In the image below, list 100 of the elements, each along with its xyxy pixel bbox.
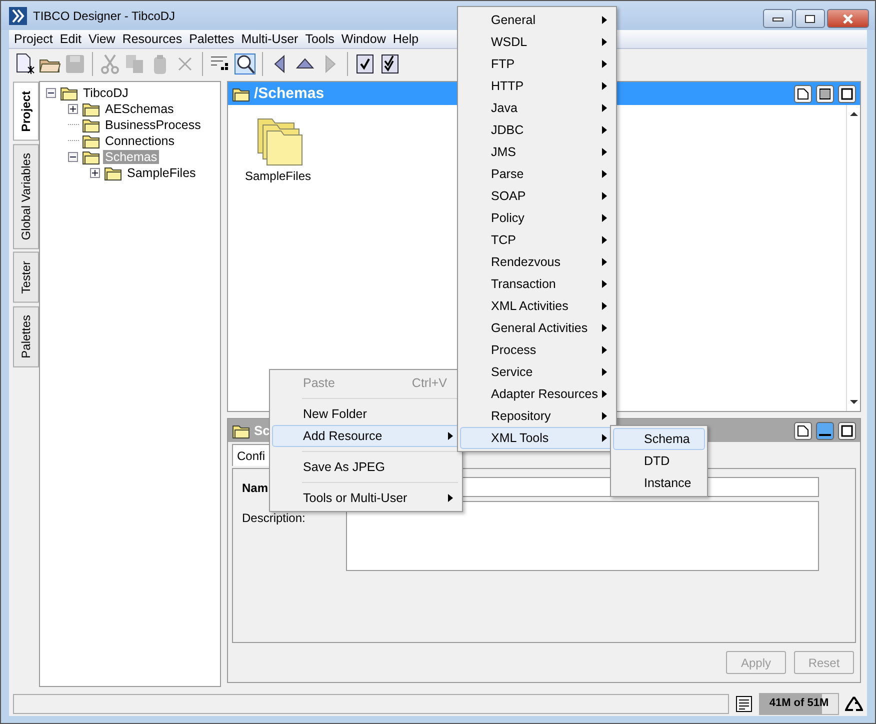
maximize-icon (804, 14, 816, 24)
submenu-arrow-icon (602, 148, 607, 156)
description-label: Description: (242, 510, 306, 528)
menu-bar-item[interactable]: Edit (56, 32, 86, 46)
tree-toggle-icon[interactable] (68, 152, 79, 163)
scroll-up-icon[interactable] (850, 111, 858, 118)
side-tab[interactable]: Project (13, 82, 39, 141)
double-checkmark-icon[interactable] (379, 53, 401, 76)
new-document-icon[interactable] (14, 53, 36, 76)
menu-bar-item[interactable]: Resources (119, 32, 186, 46)
submenu-arrow-icon (602, 236, 607, 244)
menu-bar-item[interactable]: Window (338, 32, 390, 46)
submenu-item[interactable]: Process (460, 339, 614, 361)
submenu-item[interactable]: TCP (460, 229, 614, 251)
submenu-item[interactable]: HTTP (460, 75, 614, 97)
submenu-arrow-icon (602, 368, 607, 376)
submenu-arrow-icon (602, 38, 607, 46)
submenu-arrow-icon (602, 280, 607, 288)
submenu-item[interactable]: Java (460, 97, 614, 119)
submenu-item[interactable]: General (460, 9, 614, 31)
submenu-item[interactable]: Repository (460, 405, 614, 427)
folder-icon (82, 149, 100, 166)
submenu-arrow-icon (602, 258, 607, 266)
context-menu-item[interactable]: Tools or Multi-User (272, 487, 460, 509)
submenu-item[interactable]: Schema (613, 428, 705, 450)
magnifier-icon[interactable] (234, 53, 256, 76)
submenu-arrow-icon (602, 302, 607, 310)
submenu-item[interactable]: FTP (460, 53, 614, 75)
submenu-arrow-icon (602, 60, 607, 68)
maximize-button[interactable] (795, 9, 825, 28)
submenu-arrow-icon (602, 434, 607, 442)
submenu-item[interactable]: SOAP (460, 185, 614, 207)
console-icon[interactable] (735, 694, 753, 713)
config-tab[interactable]: Confi (232, 444, 270, 466)
scroll-down-icon[interactable] (850, 399, 858, 406)
folder-icon (232, 422, 250, 439)
submenu-item[interactable]: JMS (460, 141, 614, 163)
page-button[interactable] (794, 422, 812, 440)
submenu-arrow-icon (602, 192, 607, 200)
folder-icon (104, 165, 122, 182)
menu-bar-item[interactable]: Project (11, 32, 57, 46)
submenu-item[interactable]: Service (460, 361, 614, 383)
submenu-arrow-icon (602, 16, 607, 24)
folder-icon (82, 133, 100, 150)
menu-bar-item[interactable]: Help (390, 32, 423, 46)
folder-icon (232, 86, 250, 102)
side-tab[interactable]: Tester (13, 252, 39, 303)
tree-toggle-icon[interactable] (46, 88, 57, 99)
submenu-item[interactable]: JDBC (460, 119, 614, 141)
submenu-arrow-icon (602, 412, 607, 420)
submenu-arrow-icon (602, 324, 607, 332)
submenu-item[interactable]: General Activities (460, 317, 614, 339)
context-menu-item[interactable]: Add Resource (272, 425, 460, 447)
memory-text: 41M of 51M (768, 696, 830, 709)
submenu-item[interactable]: Transaction (460, 273, 614, 295)
submenu-item[interactable]: Adapter Resources (460, 383, 614, 405)
folder-icon (60, 85, 78, 102)
submenu-arrow-icon (602, 126, 607, 134)
close-button[interactable] (827, 9, 869, 28)
submenu-item[interactable]: XML Activities (460, 295, 614, 317)
minimize-button[interactable] (763, 9, 793, 28)
tree-item[interactable]: SampleFiles (125, 166, 198, 180)
tree-item[interactable]: Connections (103, 134, 176, 148)
app-logo-icon (9, 6, 27, 24)
tree-item[interactable]: BusinessProcess (103, 118, 203, 132)
submenu-item[interactable]: Policy (460, 207, 614, 229)
menu-bar-item[interactable]: Multi-User (238, 32, 302, 46)
name-label: Nam (242, 480, 270, 498)
checkmark-icon[interactable] (354, 53, 376, 76)
panel-title: Sc (254, 423, 270, 438)
folder-icon (82, 117, 100, 134)
tree-item[interactable]: AESchemas (103, 102, 176, 116)
context-menu-item[interactable]: Save As JPEG (272, 456, 460, 478)
submenu-item[interactable]: Instance (613, 472, 705, 494)
side-tab[interactable]: Global Variables (13, 144, 39, 249)
folder-icon (82, 101, 100, 118)
grid-button[interactable] (816, 84, 834, 103)
menu-bar-item[interactable]: Palettes (186, 32, 238, 46)
menu-bar-item[interactable]: View (85, 32, 120, 46)
menu-bar-item[interactable]: Tools (302, 32, 338, 46)
submenu-arrow-icon (602, 170, 607, 178)
submenu-arrow-icon (602, 104, 607, 112)
page-button[interactable] (794, 84, 812, 103)
tree-toggle-icon[interactable] (68, 104, 79, 115)
scrollbar[interactable] (846, 105, 860, 412)
submenu-item[interactable]: DTD (613, 450, 705, 472)
submenu-arrow-icon (602, 346, 607, 354)
submenu-item[interactable]: Parse (460, 163, 614, 185)
side-tab[interactable]: Palettes (13, 306, 39, 367)
submenu-item[interactable]: Rendezvous (460, 251, 614, 273)
tree-toggle-icon[interactable] (90, 168, 101, 179)
context-menu-item[interactable]: New Folder (272, 403, 460, 425)
description-field[interactable] (346, 501, 819, 572)
minimize-button[interactable] (816, 422, 834, 440)
tree-item[interactable]: TibcoDJ (81, 86, 130, 100)
window-title: TIBCO Designer - TibcoDJ (33, 8, 176, 22)
window-button[interactable] (838, 84, 856, 103)
submenu-item[interactable]: WSDL (460, 31, 614, 53)
window-button[interactable] (838, 422, 856, 440)
minimize-icon (772, 16, 784, 22)
